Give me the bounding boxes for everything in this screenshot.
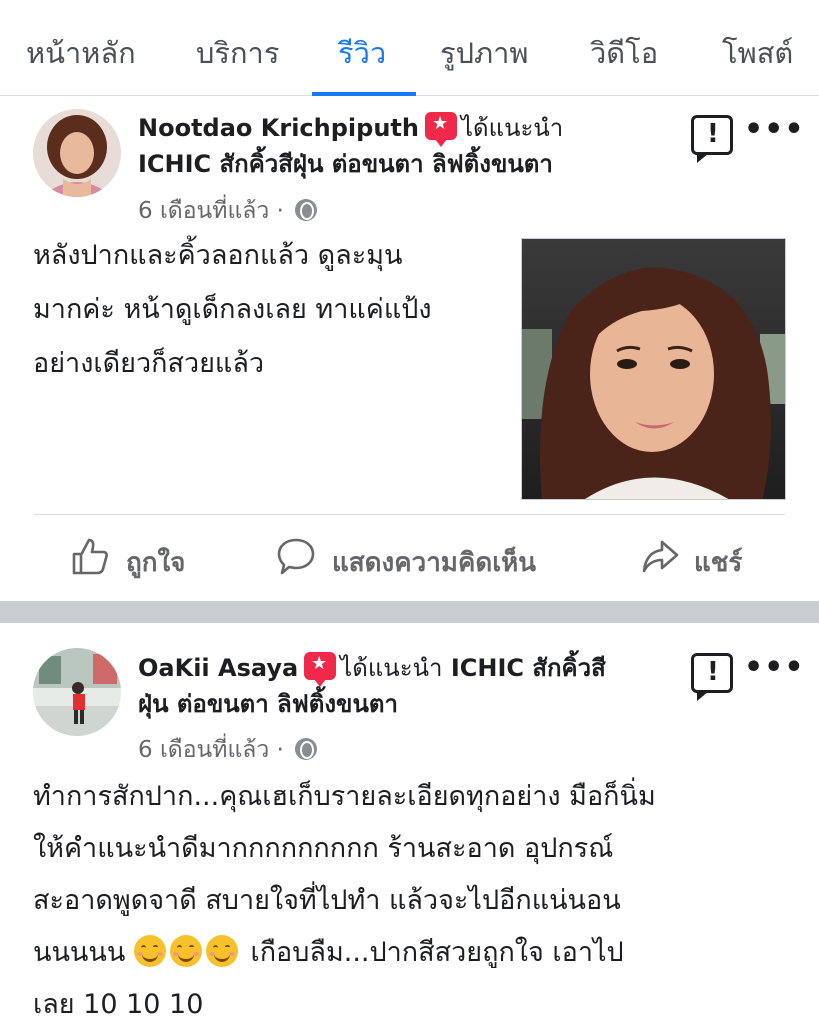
more-options-icon[interactable]: ••• — [744, 653, 805, 683]
like-label: ถูกใจ — [126, 548, 186, 578]
smile-emoji-icon — [169, 935, 202, 967]
tab-home[interactable]: หน้าหลัก — [26, 30, 136, 76]
recommends-label: ได้แนะนำ — [340, 654, 443, 682]
like-button[interactable]: ถูกใจ — [70, 534, 230, 584]
post-time[interactable]: 6 เดือนที่แล้ว — [138, 198, 269, 224]
share-label: แชร์ — [694, 548, 743, 578]
report-icon[interactable] — [691, 115, 733, 163]
recommend-badge-icon — [424, 112, 457, 147]
tab-posts[interactable]: โพสต์ — [722, 30, 793, 76]
body-line: นนนนน เกือบลืม...ปากสีสวยถูกใจ เอาไป — [33, 927, 803, 979]
smile-emoji-icon — [133, 935, 166, 967]
post-body: หลังปากและคิ้วลอกแล้ว ดูละมุน มากค่ะ หน้… — [33, 229, 503, 391]
review-post: OaKii Asaya ได้แนะนำ ICHIC สักคิ้วสี ฝุ่น… — [0, 623, 819, 1024]
page-tab-bar: หน้าหลัก บริการ รีวิว รูปภาพ วิดีโอ โพสต… — [0, 0, 819, 96]
review-photo[interactable] — [521, 238, 786, 500]
post-separator — [0, 601, 819, 623]
share-icon — [642, 540, 679, 573]
report-icon[interactable] — [691, 653, 733, 701]
globe-icon — [295, 199, 318, 221]
tab-photos[interactable]: รูปภาพ — [440, 30, 529, 76]
divider — [34, 514, 785, 515]
body-line: ให้คำแนะนำดีมากกกกกกกกก ร้านสะอาด อุปกรณ… — [33, 833, 614, 864]
body-text-segment: นนนนน — [33, 937, 126, 968]
post-header-text: OaKii Asaya ได้แนะนำ ICHIC สักคิ้วสี ฝุ่น… — [138, 650, 658, 722]
comment-icon — [277, 538, 315, 575]
post-meta: 6 เดือนที่แล้ว · — [138, 193, 318, 229]
body-line: สะอาดพูดจาดี สบายใจที่ไปทำ แล้วจะไปอีกแน… — [33, 885, 621, 916]
comment-button[interactable]: แสดงความคิดเห็น — [276, 534, 566, 584]
body-line: ทำการสักปาก...คุณเฮเก็บรายละเอียดทุกอย่า… — [33, 781, 656, 812]
tab-services[interactable]: บริการ — [196, 30, 279, 76]
tab-reviews[interactable]: รีวิว — [338, 30, 386, 76]
more-options-icon[interactable]: ••• — [744, 115, 805, 145]
comment-label: แสดงความคิดเห็น — [332, 548, 537, 578]
avatar[interactable] — [33, 109, 121, 197]
page-name-link-cont[interactable]: ฝุ่น ต่อขนตา ลิฟติ้งขนตา — [138, 690, 398, 718]
body-line: มากค่ะ หน้าดูเด็กลงเลย ทาแค่แป้ง — [33, 294, 432, 325]
author-name[interactable]: Nootdao Krichpiputh — [138, 114, 419, 142]
recommend-badge-icon — [304, 652, 337, 687]
page-name-link[interactable]: ICHIC สักคิ้วสี — [451, 654, 606, 682]
globe-icon — [295, 738, 318, 760]
author-name[interactable]: OaKii Asaya — [138, 654, 298, 682]
body-line: เลย 10 10 10 — [33, 989, 204, 1020]
recommends-label: ได้แนะนำ — [460, 114, 564, 142]
body-text-segment: เกือบลืม...ปากสีสวยถูกใจ เอาไป — [250, 937, 624, 968]
tab-videos[interactable]: วิดีโอ — [590, 30, 658, 76]
smile-emoji-icon — [205, 935, 238, 967]
body-line: อย่างเดียวก็สวยแล้ว — [33, 348, 265, 379]
share-button[interactable]: แชร์ — [640, 534, 770, 584]
post-body: ทำการสักปาก...คุณเฮเก็บรายละเอียดทุกอย่า… — [33, 771, 803, 1024]
body-line: หลังปากและคิ้วลอกแล้ว ดูละมุน — [33, 240, 403, 271]
post-meta: 6 เดือนที่แล้ว · — [138, 732, 318, 768]
page-name-link[interactable]: ICHIC สักคิ้วสีฝุ่น ต่อขนตา ลิฟติ้งขนตา — [138, 150, 553, 178]
meta-separator: · — [276, 198, 284, 224]
active-tab-indicator — [312, 92, 416, 96]
post-time[interactable]: 6 เดือนที่แล้ว — [138, 737, 269, 763]
avatar[interactable] — [33, 648, 121, 736]
meta-separator: · — [276, 737, 284, 763]
thumbs-up-icon — [72, 538, 108, 575]
post-header-text: Nootdao Krichpiputh ได้แนะนำ ICHIC สักคิ้… — [138, 110, 618, 182]
